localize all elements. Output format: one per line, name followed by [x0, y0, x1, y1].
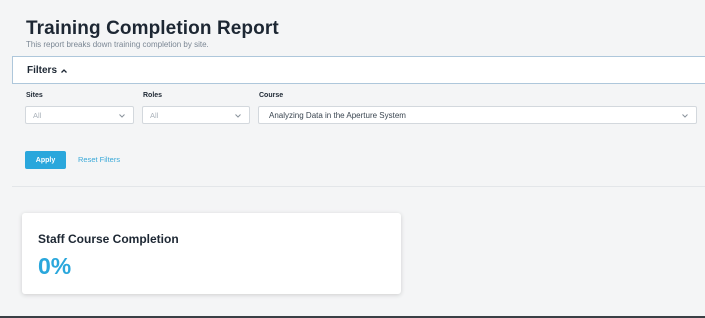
chevron-down-icon — [682, 114, 688, 118]
chevron-down-icon — [119, 114, 125, 118]
course-label: Course — [259, 92, 284, 99]
course-select-value: Analyzing Data in the Aperture System — [269, 110, 406, 120]
filters-toggle[interactable]: Filters — [27, 65, 68, 76]
chevron-up-icon — [61, 68, 67, 73]
chevron-down-icon — [235, 114, 241, 118]
roles-label: Roles — [143, 92, 163, 99]
filters-toggle-label: Filters — [27, 65, 58, 76]
apply-button[interactable]: Apply — [25, 151, 66, 169]
page-title: Training Completion Report — [26, 18, 279, 39]
card-title: Staff Course Completion — [38, 232, 179, 246]
page-subtitle: This report breaks down training complet… — [26, 40, 209, 49]
roles-select-value: All — [150, 110, 159, 120]
course-select[interactable]: Analyzing Data in the Aperture System — [258, 106, 697, 124]
reset-filters-link[interactable]: Reset Filters — [78, 155, 120, 164]
sites-select[interactable]: All — [25, 106, 134, 124]
sites-label: Sites — [26, 92, 43, 99]
filters-bar: Filters — [12, 56, 705, 84]
staff-completion-card: Staff Course Completion 0% — [22, 213, 401, 294]
completion-value: 0% — [38, 253, 72, 279]
roles-select[interactable]: All — [142, 106, 250, 124]
divider — [12, 186, 705, 187]
sites-select-value: All — [33, 110, 42, 120]
